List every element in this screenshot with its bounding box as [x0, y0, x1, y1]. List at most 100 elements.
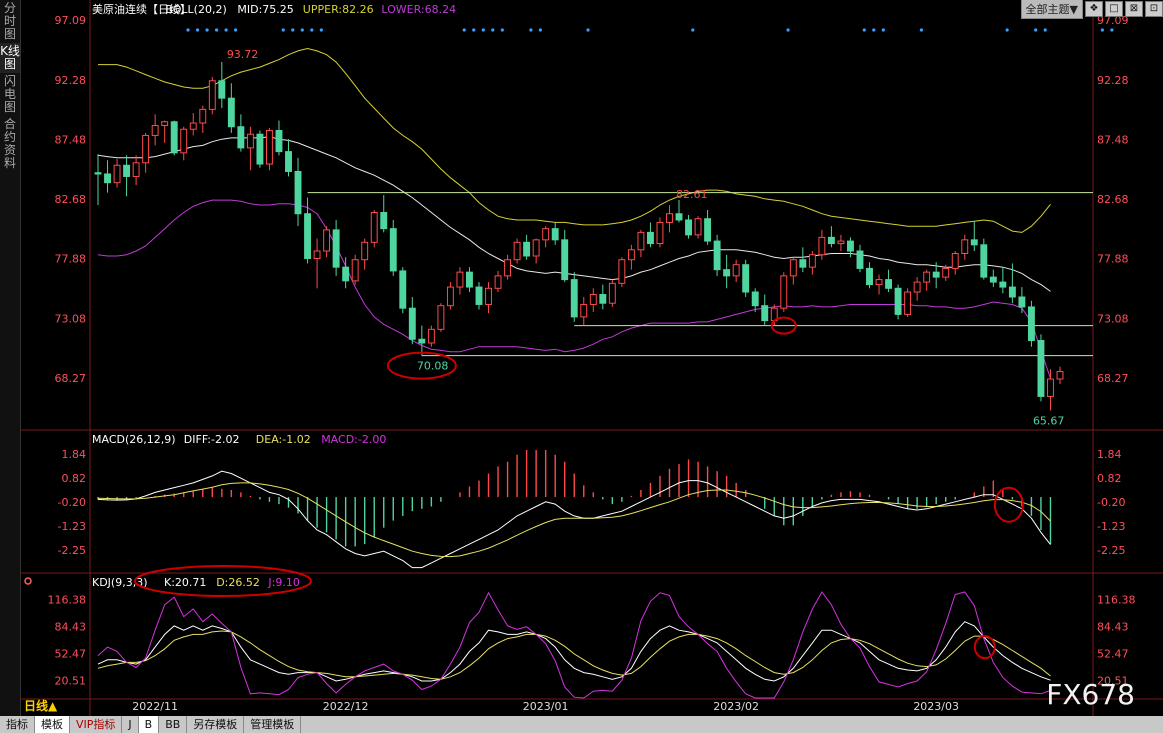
- macd-macd-value: MACD:-2.00: [321, 433, 386, 446]
- signal-dot: [186, 28, 190, 32]
- panel-dividers: [20, 0, 1163, 716]
- signal-dot: [291, 28, 295, 32]
- signal-dot: [462, 28, 466, 32]
- candle-body: [113, 164, 121, 184]
- candle-body: [961, 239, 969, 255]
- highlight-ellipse: [993, 486, 1024, 523]
- candle-body: [780, 275, 788, 309]
- candle-body: [104, 173, 111, 184]
- candle-body: [789, 259, 797, 277]
- candle-body: [989, 276, 997, 283]
- signal-dot: [491, 28, 495, 32]
- candle-body: [894, 287, 902, 315]
- candle-body: [408, 307, 416, 340]
- candle-body: [504, 259, 512, 277]
- macd-tick-right: -0.20: [1097, 496, 1125, 509]
- candle-body: [513, 241, 521, 261]
- candle-body: [265, 129, 273, 165]
- price-tick-left: 68.27: [55, 372, 87, 385]
- candle-body: [437, 305, 445, 330]
- kdj-panel: [97, 591, 1051, 699]
- macd-tick-left: 1.84: [62, 448, 87, 461]
- price-tick-right: 68.27: [1097, 372, 1129, 385]
- candle-body: [627, 249, 635, 261]
- candle-body: [475, 286, 483, 305]
- price-tick-right: 82.68: [1097, 193, 1129, 206]
- candle-body: [323, 229, 331, 252]
- signal-dot: [1043, 28, 1047, 32]
- signal-dot: [481, 28, 485, 32]
- candle-body: [418, 338, 426, 344]
- price-tick-left: 92.28: [55, 74, 87, 87]
- candle-body: [980, 244, 988, 278]
- candle-body: [723, 269, 731, 277]
- candle-body: [675, 213, 683, 221]
- kdj-tick-left: 84.43: [55, 620, 87, 633]
- candle-body: [827, 236, 835, 245]
- theme-dropdown[interactable]: 全部主题▼: [1020, 0, 1083, 19]
- candle-body: [942, 267, 950, 278]
- signal-dot: [281, 28, 285, 32]
- candle-body: [875, 279, 883, 286]
- candle-body: [713, 240, 721, 271]
- tab-bb[interactable]: BB: [159, 716, 188, 733]
- layout-icon[interactable]: ❖: [1085, 1, 1103, 17]
- tab-indicators[interactable]: 指标: [0, 716, 35, 733]
- candle-body: [351, 259, 359, 282]
- candle-body: [685, 219, 692, 236]
- candle-body: [999, 281, 1007, 288]
- tab-save-template[interactable]: 另存模板: [187, 716, 245, 733]
- price-tick-left: 82.68: [55, 193, 87, 206]
- candle-body: [932, 271, 940, 278]
- candle-body: [856, 250, 864, 269]
- candle-body: [466, 271, 473, 288]
- close-icon[interactable]: ⊠: [1125, 1, 1143, 17]
- tab-manage-templates[interactable]: 管理模板: [244, 716, 302, 733]
- tab-vip-indicators[interactable]: VIP指标: [70, 716, 123, 733]
- kdj-k-line: [97, 621, 1051, 682]
- boll-upper-value: UPPER:82.26: [303, 3, 374, 16]
- signal-dot: [214, 28, 219, 32]
- candle-body: [218, 80, 226, 99]
- candle-body: [904, 291, 912, 315]
- signal-dot: [472, 28, 476, 32]
- kdj-tick-left: 52.47: [55, 648, 87, 661]
- window-controls: 全部主题▼ ❖ □ ⊠ ⊡: [1020, 0, 1163, 19]
- candle-body: [656, 221, 664, 245]
- signal-dot: [205, 28, 209, 32]
- candle-body: [370, 211, 378, 243]
- signal-dot: [538, 28, 543, 32]
- candle-body: [542, 228, 550, 241]
- candle-body: [608, 282, 616, 304]
- candle-body: [561, 239, 569, 281]
- latest-low-label: 65.67: [1033, 414, 1065, 427]
- kdj-j-line: [97, 591, 1051, 699]
- price-tick-left: 77.88: [55, 253, 87, 266]
- boll-mid-value: MID:75.25: [237, 3, 293, 16]
- candle-body: [123, 164, 131, 177]
- settings-icon: [24, 577, 32, 585]
- candle-body: [1047, 378, 1054, 397]
- x-tick: 2022/12: [323, 700, 369, 713]
- candle-body: [523, 241, 531, 257]
- tab-b[interactable]: B: [138, 716, 160, 733]
- candle-body: [304, 213, 311, 259]
- boll-lower-value: LOWER:68.24: [381, 3, 456, 16]
- high-label: 93.72: [227, 48, 259, 61]
- candle-body: [808, 254, 816, 268]
- maximize-icon[interactable]: ⊡: [1145, 1, 1163, 17]
- tab-templates[interactable]: 模板: [35, 716, 70, 733]
- candle-body: [970, 239, 978, 246]
- price-tick-left: 97.09: [55, 14, 87, 27]
- tab-j[interactable]: J: [122, 716, 139, 733]
- boll-mid-line: [97, 136, 1051, 292]
- restore-icon[interactable]: □: [1105, 1, 1123, 17]
- signal-dot: [500, 28, 504, 32]
- candle-body: [332, 229, 340, 268]
- candle-body: [361, 241, 369, 261]
- candle-body: [532, 239, 540, 257]
- kdj-tick-right: 116.38: [1097, 593, 1136, 606]
- kdj-tick-left: 116.38: [48, 593, 87, 606]
- candle-body: [399, 270, 407, 309]
- chart-canvas[interactable]: 97.09 97.0992.28 92.2887.48 87.4882.68 82.68…: [0, 0, 1163, 716]
